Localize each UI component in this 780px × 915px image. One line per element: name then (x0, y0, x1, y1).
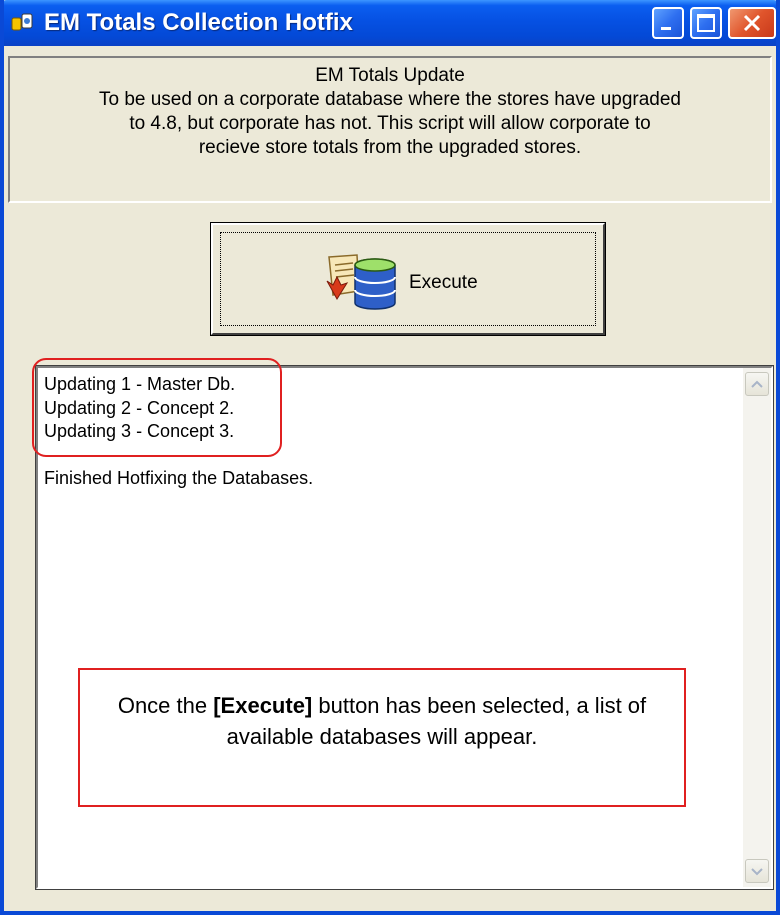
app-window: EM Totals Collection Hotfix EM Totals Up… (0, 0, 780, 915)
window-title: EM Totals Collection Hotfix (44, 9, 353, 36)
description-line: to 4.8, but corporate has not. This scri… (129, 113, 651, 134)
minimize-button[interactable] (652, 7, 684, 39)
scroll-down-button[interactable] (745, 859, 769, 883)
description-heading: EM Totals Update (315, 65, 465, 86)
maximize-button[interactable] (690, 7, 722, 39)
instruction-callout: Once the [Execute] button has been selec… (78, 668, 686, 807)
maximize-icon (697, 14, 715, 32)
log-lines: Updating 1 - Master Db. Updating 2 - Con… (44, 373, 313, 491)
title-bar[interactable]: EM Totals Collection Hotfix (4, 0, 776, 46)
callout-text-before: Once the (117, 693, 214, 718)
chevron-up-icon (751, 380, 763, 388)
log-line: Updating 1 - Master Db. (44, 374, 236, 394)
database-script-icon (326, 254, 396, 310)
callout-text-bold: [Execute] (213, 693, 313, 718)
focus-rectangle (220, 232, 596, 326)
execute-button-label: Execute (409, 272, 478, 293)
log-line: Updating 2 - Concept 2. (44, 397, 235, 418)
log-output[interactable]: Updating 1 - Master Db. Updating 2 - Con… (35, 365, 774, 890)
close-button[interactable] (728, 7, 776, 39)
chevron-down-icon (751, 868, 763, 876)
app-icon (11, 13, 33, 31)
execute-button[interactable]: Execute (210, 222, 606, 336)
log-line: Updating 3 - Concept 3. (44, 421, 235, 441)
minimize-icon (661, 27, 671, 30)
description-panel: EM Totals Update To be used on a corpora… (8, 56, 772, 203)
close-icon (743, 14, 761, 32)
vertical-scrollbar[interactable] (743, 368, 771, 887)
description-line: recieve store totals from the upgraded s… (198, 137, 582, 158)
scroll-up-button[interactable] (745, 372, 769, 396)
log-line: Finished Hotfixing the Databases. (44, 468, 314, 488)
description-line: To be used on a corporate database where… (98, 89, 681, 110)
